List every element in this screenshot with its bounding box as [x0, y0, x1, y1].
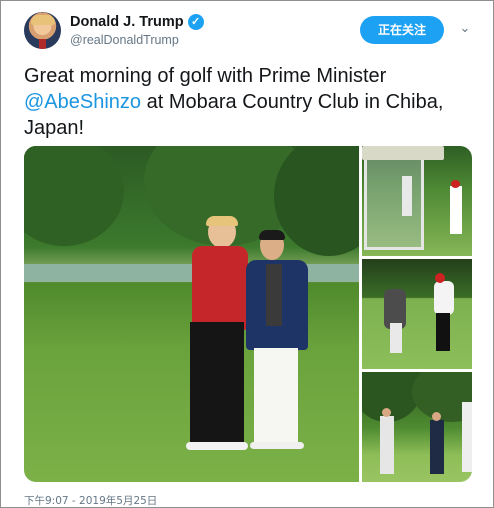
- avatar[interactable]: [24, 12, 61, 49]
- chevron-down-icon[interactable]: ⌄: [458, 20, 472, 35]
- name-row: Donald J. Trump ✓: [70, 14, 204, 30]
- figure-right: [246, 230, 316, 452]
- photo-thumb-1[interactable]: [362, 146, 472, 256]
- tweet-text-part: Great morning of golf with Prime Ministe…: [24, 65, 387, 87]
- photo-main[interactable]: [24, 146, 359, 482]
- display-name[interactable]: Donald J. Trump: [70, 14, 184, 30]
- verified-icon: ✓: [187, 14, 204, 30]
- following-button[interactable]: 正在关注: [360, 16, 444, 44]
- tweet-header: Donald J. Trump ✓ @realDonaldTrump 正在关注 …: [24, 12, 474, 54]
- tweet-timestamp[interactable]: 下午9:07 - 2019年5月25日: [24, 493, 157, 508]
- user-handle[interactable]: @realDonaldTrump: [70, 33, 179, 47]
- media-grid: [24, 146, 472, 482]
- mention-link[interactable]: @AbeShinzo: [24, 91, 141, 113]
- tweet-text: Great morning of golf with Prime Ministe…: [24, 63, 474, 141]
- photo-thumb-2[interactable]: [362, 259, 472, 369]
- tree-shape: [24, 146, 124, 246]
- tweet-card: Donald J. Trump ✓ @realDonaldTrump 正在关注 …: [0, 0, 494, 508]
- photo-thumb-3[interactable]: [362, 372, 472, 482]
- figure-left: [184, 216, 254, 456]
